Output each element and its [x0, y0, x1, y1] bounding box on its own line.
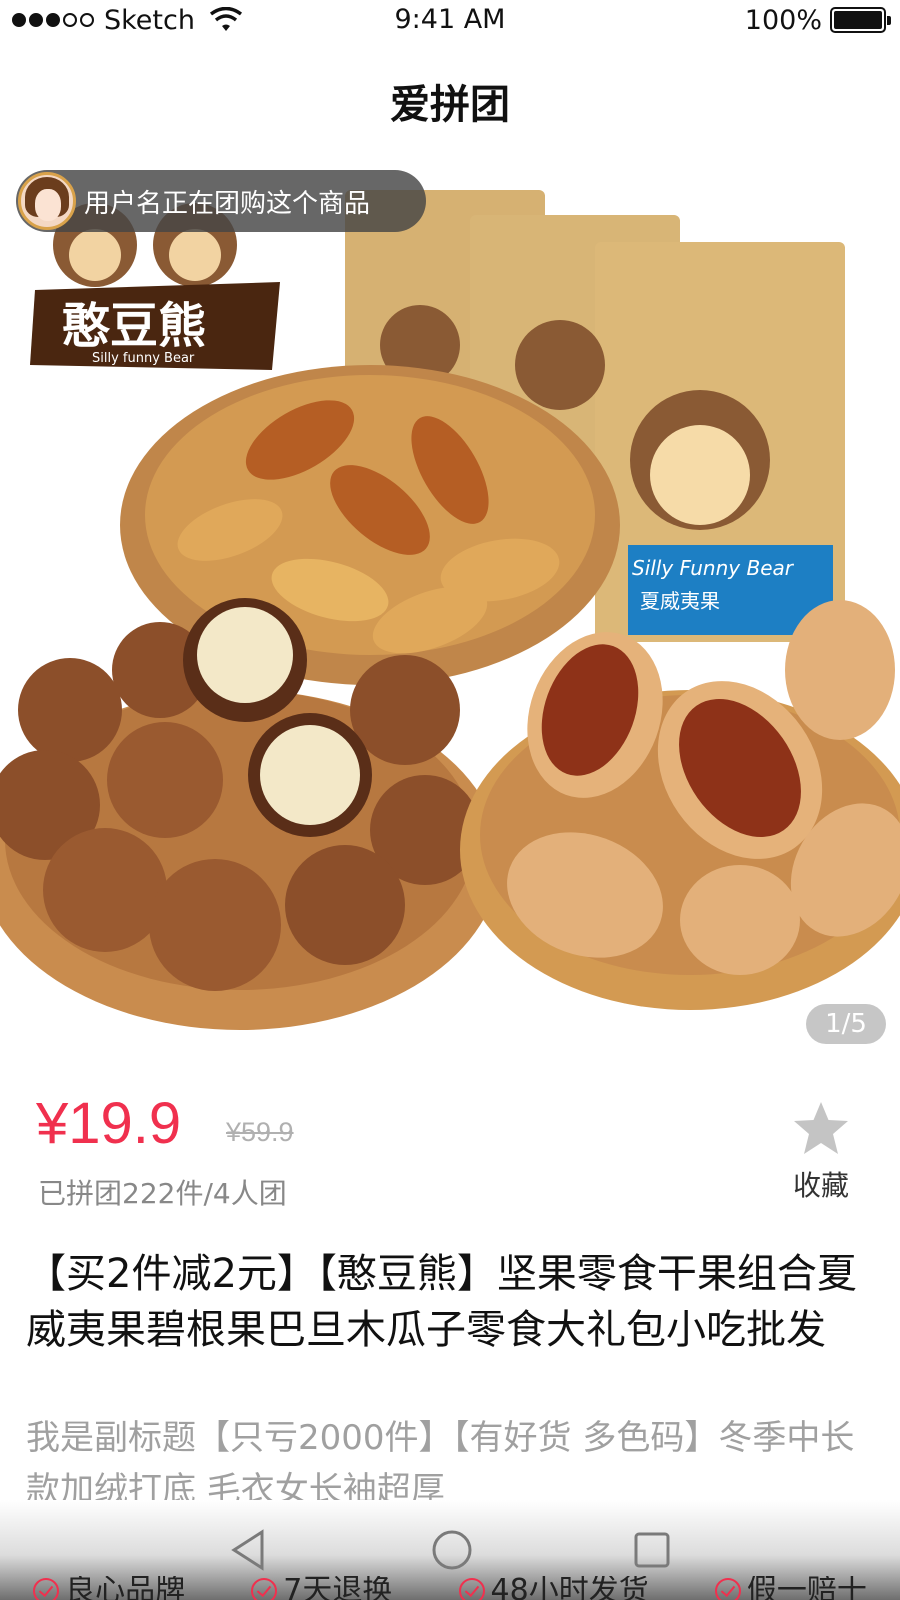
guarantee-label: 良心品牌: [65, 1576, 186, 1600]
status-right: 100%: [744, 4, 891, 36]
back-triangle-icon[interactable]: [228, 1528, 268, 1572]
guarantee-label: 7天退换: [283, 1576, 393, 1600]
guarantee-label: 假一赔十: [746, 1576, 867, 1600]
guarantee-item: 假一赔十: [714, 1576, 867, 1600]
pecan-bowl: [460, 600, 900, 1010]
guarantee-label: 48小时发货: [490, 1576, 649, 1600]
battery-percent: 100%: [744, 4, 822, 36]
recents-square-icon[interactable]: [632, 1528, 672, 1572]
product-image-carousel[interactable]: Silly Funny Bear 夏威夷果 憨豆熊 Silly funny Be…: [0, 150, 900, 1050]
page-title: 爱拼团: [390, 82, 510, 128]
check-circle-icon: [458, 1578, 485, 1600]
group-sold-info: 已拼团222件/4人团: [38, 1177, 287, 1210]
current-price: ¥19.9: [36, 1091, 182, 1156]
home-circle-icon[interactable]: [430, 1528, 474, 1572]
macadamia-bowl: [0, 598, 500, 1030]
product-photo: Silly Funny Bear 夏威夷果 憨豆熊 Silly funny Be…: [0, 190, 900, 1030]
svg-text:Silly funny Bear: Silly funny Bear: [92, 351, 195, 366]
guarantee-item: 48小时发货: [458, 1576, 649, 1600]
battery-icon: [830, 7, 891, 33]
guarantee-item: 良心品牌: [33, 1576, 185, 1600]
check-circle-icon: [251, 1578, 278, 1600]
guarantee-list: 良心品牌 7天退换 48小时发货 假一赔十: [0, 1576, 900, 1600]
group-buy-toast-text: 用户名正在团购这个商品: [84, 188, 371, 219]
star-icon: [794, 1102, 848, 1154]
svg-text:憨豆熊: 憨豆熊: [62, 298, 206, 354]
guarantee-item: 7天退换: [251, 1576, 392, 1600]
status-bar: Sketch 9:41 AM 100%: [0, 0, 900, 40]
favorite-button[interactable]: 收藏: [776, 1100, 866, 1204]
svg-text:Silly Funny Bear: Silly Funny Bear: [632, 556, 795, 580]
check-circle-icon: [33, 1578, 60, 1600]
avatar: [18, 172, 76, 230]
original-price: ¥59.9: [226, 1117, 294, 1147]
check-circle-icon: [714, 1578, 741, 1600]
carousel-page-indicator: 1/5: [806, 1004, 886, 1044]
group-buy-toast: 用户名正在团购这个商品: [16, 170, 426, 232]
favorite-label: 收藏: [792, 1169, 849, 1202]
product-title: 【买2件减2元】【憨豆熊】坚果零食干果组合夏威夷果碧根果巴旦木瓜子零食大礼包小吃…: [26, 1251, 857, 1353]
svg-text:夏威夷果: 夏威夷果: [640, 589, 720, 613]
